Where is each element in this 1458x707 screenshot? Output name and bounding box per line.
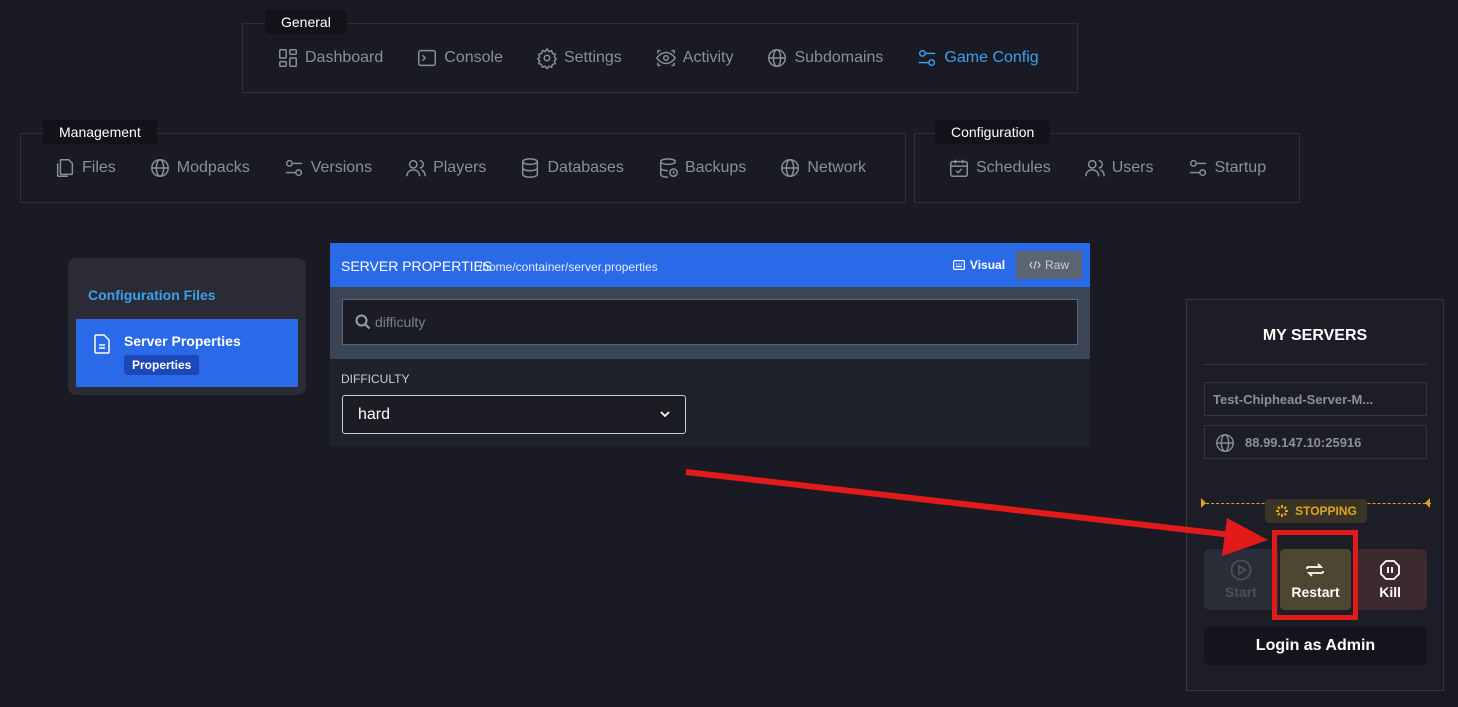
sliders-icon xyxy=(285,159,302,177)
config-files-sidebar: Configuration Files Server Properties Pr… xyxy=(68,258,306,395)
nav-item-label: Subdomains xyxy=(794,49,884,66)
activity-eye-icon xyxy=(655,49,676,67)
raw-mode-button[interactable]: Raw xyxy=(1016,251,1082,279)
nav-item-label: Settings xyxy=(563,49,622,66)
nav-item-label: Console xyxy=(444,49,503,66)
dashboard-icon xyxy=(279,49,297,67)
globe-icon xyxy=(150,159,169,177)
nav-group-general: General Dashboard Console Settings Activ… xyxy=(242,10,1078,93)
nav-item-databases[interactable]: Databases xyxy=(519,157,624,179)
nav-item-network[interactable]: Network xyxy=(779,157,866,179)
status-text: STOPPING xyxy=(1295,504,1357,518)
sidebar-title: Configuration Files xyxy=(88,287,216,303)
nav-group-title: Configuration xyxy=(935,120,1051,144)
play-icon xyxy=(1230,559,1252,581)
nav-item-label: Schedules xyxy=(976,159,1051,176)
nav-item-modpacks[interactable]: Modpacks xyxy=(149,157,250,179)
nav-item-console[interactable]: Console xyxy=(416,47,503,69)
login-as-admin-button[interactable]: Login as Admin xyxy=(1204,627,1427,665)
nav-item-activity[interactable]: Activity xyxy=(655,47,734,69)
editor-title: SERVER PROPERTIES xyxy=(341,258,493,274)
nav-item-dashboard[interactable]: Dashboard xyxy=(277,47,383,69)
nav-item-versions[interactable]: Versions xyxy=(283,157,372,179)
kill-label: Kill xyxy=(1379,584,1402,600)
difficulty-value: hard xyxy=(358,405,391,423)
calendar-icon xyxy=(950,159,968,177)
sliders-icon xyxy=(919,49,936,67)
nav-item-game-config[interactable]: Game Config xyxy=(916,47,1039,69)
servers-title: MY SERVERS xyxy=(1262,327,1368,344)
search-bar xyxy=(330,287,1090,359)
nav-item-label: Databases xyxy=(547,159,624,176)
globe-icon xyxy=(768,49,787,67)
nav-item-label: Modpacks xyxy=(176,159,250,176)
file-type-badge: Properties xyxy=(124,355,200,375)
keyboard-icon xyxy=(952,260,965,270)
sidebar-item-label: Server Properties xyxy=(124,333,241,349)
difficulty-field-label: DIFFICULTY xyxy=(341,372,410,386)
kill-button[interactable]: Kill xyxy=(1353,549,1427,610)
status-marker-right xyxy=(1425,498,1430,508)
backup-icon xyxy=(659,158,678,178)
nav-item-label: Versions xyxy=(310,159,373,176)
users-icon xyxy=(406,159,426,177)
search-input[interactable] xyxy=(375,300,1065,344)
nav-item-files[interactable]: Files xyxy=(54,157,116,179)
my-servers-panel: MY SERVERS Test-Chiphead-Server-M... 88.… xyxy=(1186,299,1444,691)
sidebar-item-server-properties[interactable]: Server Properties Properties xyxy=(76,319,298,387)
nav-group-title: General xyxy=(265,10,347,34)
nav-item-label: Activity xyxy=(682,49,734,66)
nav-item-label: Players xyxy=(433,159,487,176)
editor-header: SERVER PROPERTIES /home/container/server… xyxy=(330,243,1090,287)
sliders-icon xyxy=(1189,159,1206,177)
document-icon xyxy=(94,334,110,354)
visual-mode-button[interactable]: Visual xyxy=(946,251,1012,279)
file-path: /home/container/server.properties xyxy=(479,260,658,274)
users-icon xyxy=(1084,159,1105,177)
database-icon xyxy=(522,158,539,178)
nav-group-configuration: Configuration Schedules Users Startup xyxy=(914,120,1300,203)
nav-item-settings[interactable]: Settings xyxy=(536,47,622,69)
status-marker-left xyxy=(1201,498,1206,508)
nav-item-users[interactable]: Users xyxy=(1084,157,1154,179)
stop-octagon-icon xyxy=(1380,560,1401,580)
nav-item-label: Network xyxy=(807,159,866,176)
visual-mode-label: Visual xyxy=(969,258,1006,272)
nav-item-label: Users xyxy=(1111,159,1154,176)
nav-item-startup[interactable]: Startup xyxy=(1187,157,1267,179)
annotation-highlight-box xyxy=(1272,530,1358,620)
start-button[interactable]: Start xyxy=(1204,549,1278,610)
server-ip: 88.99.147.10:25916 xyxy=(1245,435,1362,450)
code-icon xyxy=(1029,260,1041,270)
search-icon xyxy=(355,314,371,330)
raw-mode-label: Raw xyxy=(1044,258,1069,272)
nav-item-label: Files xyxy=(82,159,116,176)
files-icon xyxy=(56,159,74,177)
search-box xyxy=(342,299,1078,345)
nav-item-label: Startup xyxy=(1214,159,1267,176)
nav-group-management: Management Files Modpacks Versions Playe… xyxy=(20,120,906,203)
globe-icon xyxy=(1216,434,1234,452)
nav-item-subdomains[interactable]: Subdomains xyxy=(766,47,883,69)
server-properties-editor: SERVER PROPERTIES /home/container/server… xyxy=(330,243,1090,446)
nav-item-label: Dashboard xyxy=(305,49,384,66)
server-name[interactable]: Test-Chiphead-Server-M... xyxy=(1204,382,1427,416)
nav-item-schedules[interactable]: Schedules xyxy=(948,157,1051,179)
start-label: Start xyxy=(1224,584,1257,600)
nav-item-label: Game Config xyxy=(944,49,1039,66)
status-badge: STOPPING xyxy=(1265,499,1367,523)
nav-item-players[interactable]: Players xyxy=(405,157,486,179)
gear-icon xyxy=(536,47,558,69)
globe-icon xyxy=(781,159,800,177)
spinner-icon xyxy=(1276,505,1289,517)
chevron-down-icon xyxy=(660,411,670,418)
nav-item-backups[interactable]: Backups xyxy=(657,157,746,179)
nav-group-title: Management xyxy=(43,120,157,144)
divider xyxy=(1204,364,1427,365)
nav-item-label: Backups xyxy=(684,159,747,176)
server-address[interactable]: 88.99.147.10:25916 xyxy=(1204,425,1427,459)
difficulty-select[interactable]: hard xyxy=(342,395,686,434)
terminal-icon xyxy=(418,49,437,67)
